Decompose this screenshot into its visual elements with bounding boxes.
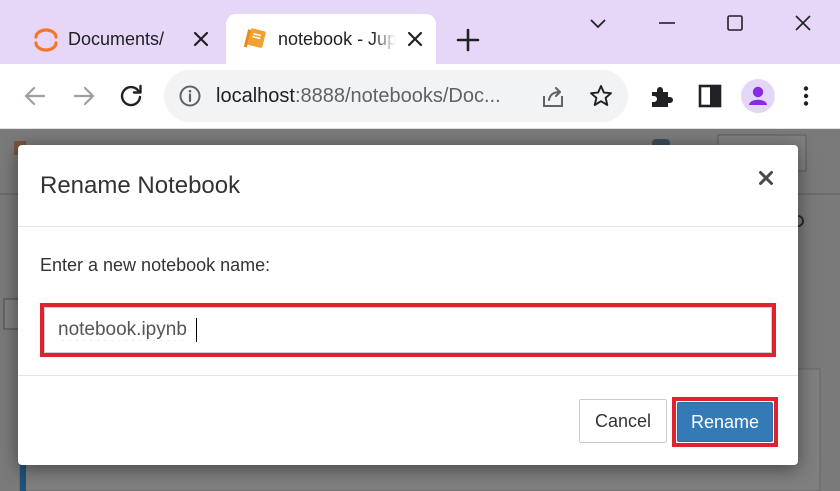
tab-documents[interactable]: Documents/ [14, 14, 224, 64]
profile-icon [749, 86, 767, 105]
dialog-title: Rename Notebook [40, 172, 241, 199]
new-tab-icon[interactable] [454, 26, 482, 54]
tab-search-chevron-icon[interactable] [585, 10, 611, 36]
reload-icon[interactable] [117, 82, 145, 110]
notebook-icon [243, 28, 266, 48]
minimize-icon[interactable] [654, 10, 680, 36]
cancel-button[interactable]: Cancel [579, 399, 667, 443]
url-text[interactable]: localhost:8888/notebooks/Doc... [216, 85, 501, 108]
address-bar[interactable]: localhost:8888/notebooks/Doc... [164, 70, 628, 122]
close-icon[interactable] [757, 169, 775, 187]
side-panel-icon[interactable] [697, 83, 723, 109]
share-icon[interactable] [540, 84, 566, 110]
maximize-icon[interactable] [722, 10, 748, 36]
url-path: :8888/notebooks/Doc... [294, 85, 501, 107]
rename-button[interactable]: Rename [677, 402, 773, 442]
rename-highlight-box: Rename [672, 397, 778, 447]
rename-notebook-dialog: Rename Notebook Enter a new notebook nam… [18, 145, 798, 465]
forward-arrow-icon[interactable] [70, 82, 98, 110]
dialog-body: Enter a new notebook name: [18, 227, 798, 376]
tab-title: Documents/ [68, 29, 165, 49]
bookmark-star-icon[interactable] [588, 83, 614, 109]
url-host: localhost [216, 85, 295, 107]
more-menu-icon[interactable] [793, 83, 819, 109]
notebook-name-input[interactable] [44, 307, 772, 353]
window-close-icon[interactable] [790, 10, 816, 36]
profile-avatar[interactable] [741, 79, 775, 113]
input-highlight-box [40, 303, 776, 357]
prompt-label: Enter a new notebook name: [40, 255, 271, 275]
tab-title: notebook - Jupyter Notebook [278, 29, 396, 49]
browser-toolbar: localhost:8888/notebooks/Doc... [0, 64, 840, 129]
info-icon[interactable] [178, 84, 202, 108]
close-tab-icon[interactable] [404, 28, 426, 50]
back-arrow-icon[interactable] [21, 82, 49, 110]
dialog-header: Rename Notebook [18, 145, 798, 227]
close-tab-icon[interactable] [190, 28, 212, 50]
tab-strip: Documents/ notebook - Jupyter Notebook [0, 0, 840, 64]
text-caret [196, 318, 197, 342]
jupyter-icon [34, 28, 58, 52]
tab-notebook[interactable]: notebook - Jupyter Notebook [226, 14, 436, 64]
extensions-puzzle-icon[interactable] [648, 83, 674, 109]
dialog-footer: Cancel Rename [18, 376, 798, 465]
